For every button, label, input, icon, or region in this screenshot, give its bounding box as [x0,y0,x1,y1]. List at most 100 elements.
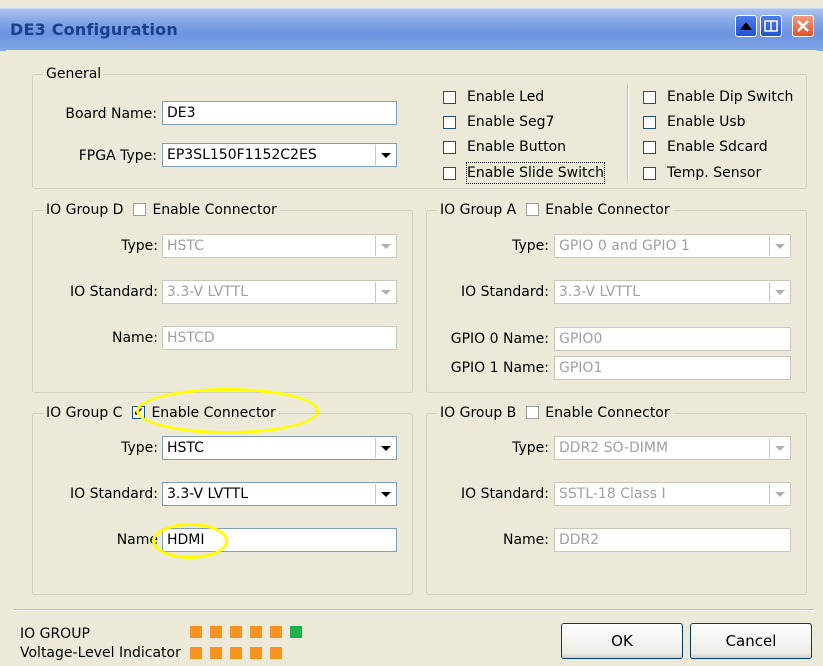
up-arrow-icon [740,22,752,30]
io-group-a-enable-label: Enable Connector [545,202,670,218]
general-group: General Board Name: DE3 FPGA Type: EP3SL… [32,65,807,189]
io-group-d-io-standard-select[interactable]: 3.3-V LVTTL [162,280,397,304]
enable-dip-switch-checkbox[interactable] [643,91,656,104]
pin-button[interactable] [760,15,782,37]
dialog-client: General Board Name: DE3 FPGA Type: EP3SL… [6,50,817,666]
io-group-a-io-standard-label: IO Standard: [460,284,549,300]
title-bar[interactable]: DE3 Configuration [0,8,823,51]
io-group-b-type-label: Type: [512,440,549,456]
enable-usb-checkbox[interactable] [643,116,656,129]
chevron-down-icon[interactable] [375,236,395,256]
io-group-d-enable-checkbox[interactable] [133,203,147,216]
enable-sdcard-checkbox[interactable] [643,141,656,154]
io-group-b-name-label: Name: [502,532,549,548]
io-group-d: IO Group D Enable Connector Type: HSTC IO… [32,201,413,393]
footer-separator [14,609,814,611]
io-group-b-io-standard-select[interactable]: SSTL-18 Class I [554,482,791,506]
enable-usb-label: Enable Usb [667,114,746,130]
cancel-button[interactable]: Cancel [690,623,812,659]
io-group-d-type-select[interactable]: HSTC [162,234,397,258]
temp-sensor-option[interactable]: Temp. Sensor [643,163,803,183]
io-group-d-name-label: Name: [111,330,158,346]
io-group-b: IO Group B Enable Connector Type: DDR2 SO… [426,404,807,595]
io-group-a-type-value: GPIO 0 and GPIO 1 [559,238,690,254]
close-button[interactable] [792,15,814,37]
io-group-a-io-standard-value: 3.3-V LVTTL [559,284,641,300]
board-name-label: Board Name: [65,106,157,122]
close-icon [797,20,809,32]
chevron-down-icon[interactable] [375,438,395,458]
dialog-window: DE3 Configuration General Board Name: DE… [0,0,823,666]
fpga-type-value: EP3SL150F1152C2ES [167,147,317,163]
fpga-type-label: FPGA Type: [78,148,157,164]
maximize-button[interactable] [735,15,757,37]
io-group-d-type-label: Type: [121,238,158,254]
io-group-a-gpio0-label: GPIO 0 Name: [450,331,549,347]
indicator-square [210,647,222,659]
io-group-a-gpio1-input[interactable]: GPIO1 [554,356,791,380]
io-group-d-name-input[interactable]: HSTCD [162,326,397,350]
board-name-input[interactable]: DE3 [162,101,397,125]
enable-slide-switch-option[interactable]: Enable Slide Switch [443,162,613,184]
io-group-b-io-standard-value: SSTL-18 Class I [559,486,666,502]
io-group-c-type-value: HSTC [167,440,204,456]
io-group-a-gpio0-input[interactable]: GPIO0 [554,327,791,351]
pin-icon [764,20,778,32]
temp-sensor-checkbox[interactable] [643,167,656,180]
io-group-a-enable-checkbox[interactable] [526,203,540,216]
enable-seg7-checkbox[interactable] [443,116,456,129]
enable-connector-highlight [136,388,319,434]
enable-dip-switch-option[interactable]: Enable Dip Switch [643,87,803,107]
enable-slide-switch-label: Enable Slide Switch [465,162,606,184]
io-group-a-type-select[interactable]: GPIO 0 and GPIO 1 [554,234,791,258]
ok-button[interactable]: OK [561,623,683,659]
io-group-c-type-select[interactable]: HSTC [162,436,397,460]
chevron-down-icon[interactable] [769,236,789,256]
enable-led-label: Enable Led [467,89,545,105]
enable-seg7-option[interactable]: Enable Seg7 [443,112,613,132]
chevron-down-icon[interactable] [769,282,789,302]
enable-usb-option[interactable]: Enable Usb [643,112,803,132]
chevron-down-icon[interactable] [375,145,395,165]
io-group-c-io-standard-value: 3.3-V LVTTL [167,486,249,502]
indicator-label-line2: Voltage-Level Indicator [20,645,181,661]
chevron-down-icon[interactable] [769,484,789,504]
io-group-c-title: IO Group C [46,405,123,421]
chevron-down-icon[interactable] [375,282,395,302]
io-group-a-title: IO Group A [440,202,517,218]
indicator-square [190,626,202,638]
indicator-square [230,647,242,659]
io-group-b-enable-checkbox[interactable] [526,406,540,419]
io-group-c-io-standard-select[interactable]: 3.3-V LVTTL [162,482,397,506]
enable-dip-switch-label: Enable Dip Switch [667,89,794,105]
indicator-square [230,626,242,638]
io-group-a-gpio1-label: GPIO 1 Name: [450,360,549,376]
io-group-b-enable-label: Enable Connector [545,405,670,421]
name-value-highlight [152,523,228,559]
chevron-down-icon[interactable] [769,438,789,458]
io-group-a-io-standard-select[interactable]: 3.3-V LVTTL [554,280,791,304]
io-group-a: IO Group A Enable Connector Type: GPIO 0 … [426,201,807,393]
io-group-d-title: IO Group D [46,202,124,218]
enable-led-checkbox[interactable] [443,91,456,104]
enable-button-option[interactable]: Enable Button [443,137,613,157]
io-group-b-legend: IO Group B Enable Connector [437,404,673,422]
io-group-b-type-value: DDR2 SO-DIMM [559,440,669,456]
fpga-type-select[interactable]: EP3SL150F1152C2ES [162,143,397,167]
enable-button-checkbox[interactable] [443,141,456,154]
indicator-square [250,647,262,659]
io-group-b-type-select[interactable]: DDR2 SO-DIMM [554,436,791,460]
enable-seg7-label: Enable Seg7 [467,114,555,130]
enable-led-option[interactable]: Enable Led [443,87,613,107]
io-group-b-name-input[interactable]: DDR2 [554,528,791,552]
enable-sdcard-label: Enable Sdcard [667,139,768,155]
io-group-d-legend: IO Group D Enable Connector [43,201,280,219]
io-group-c-type-label: Type: [121,440,158,456]
indicator-square [250,626,262,638]
chevron-down-icon[interactable] [375,484,395,504]
io-group-d-type-value: HSTC [167,238,204,254]
indicator-square [270,647,282,659]
enable-sdcard-option[interactable]: Enable Sdcard [643,137,803,157]
enable-slide-switch-checkbox[interactable] [443,167,456,180]
options-separator [627,83,629,183]
